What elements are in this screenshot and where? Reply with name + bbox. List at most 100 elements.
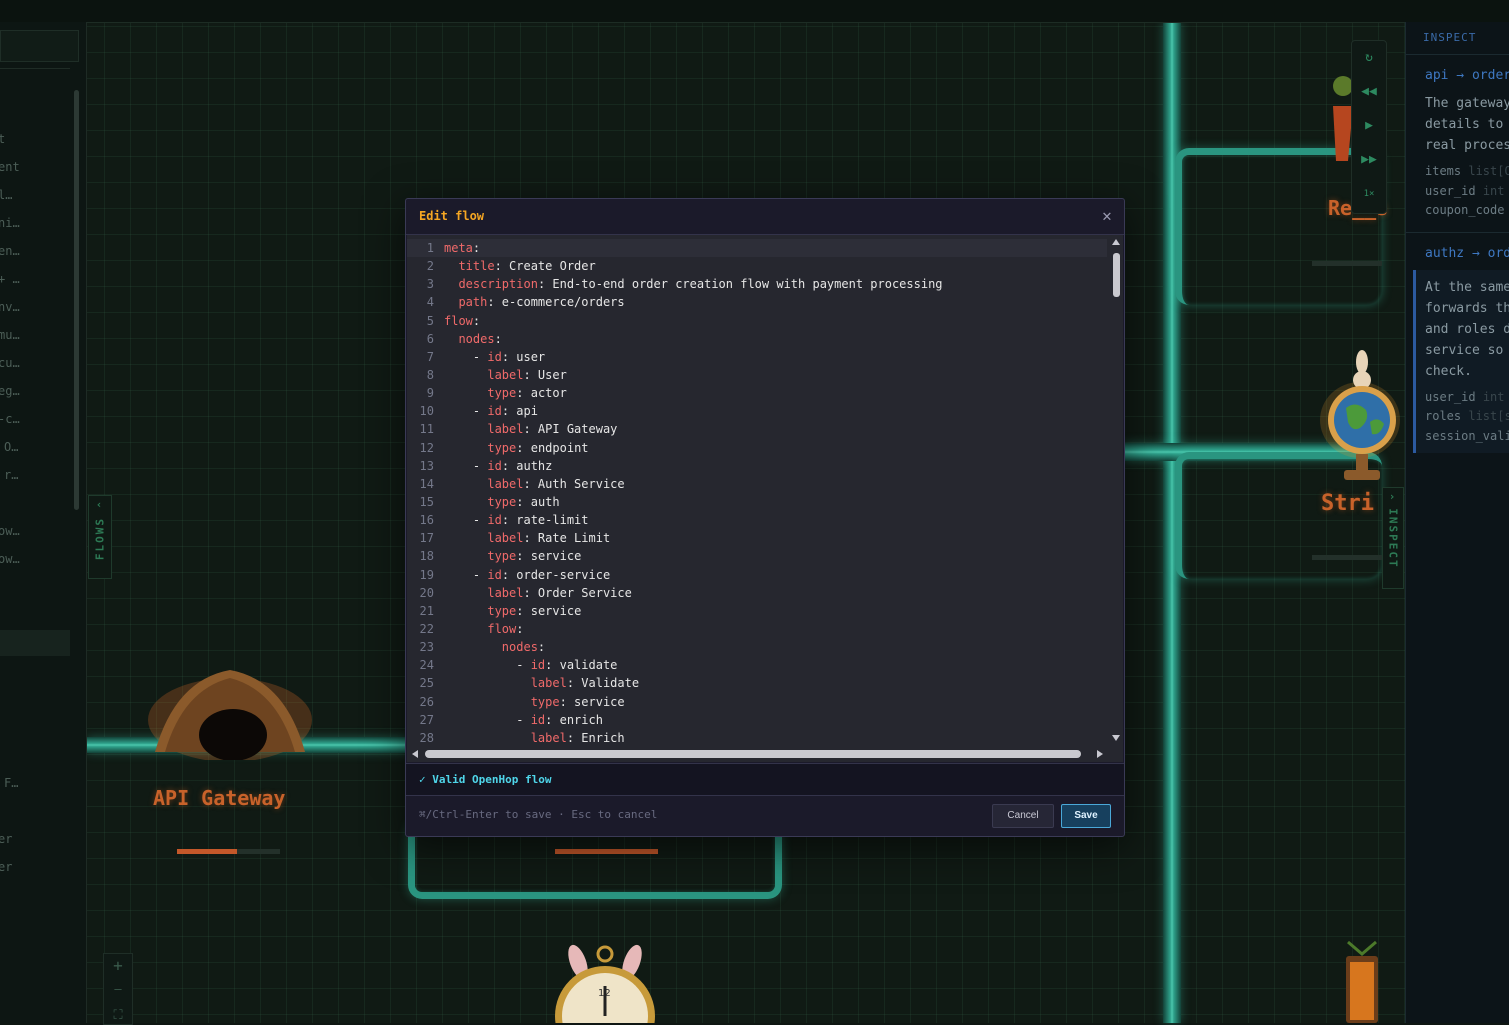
zoom-in-button[interactable]: + [104,956,132,975]
field-row: coupon_code [1425,203,1505,217]
yaml-text: : [537,640,546,655]
code-line[interactable]: 2 title: Create Order [407,257,1107,275]
code-line[interactable]: 9 type: actor [407,384,1107,402]
yaml-text [444,586,487,600]
close-icon[interactable]: ✕ [1096,205,1118,227]
sidebar-item[interactable]: t [0,132,66,146]
yaml-text: : api [501,404,538,419]
code-line[interactable]: 23 nodes: [407,638,1107,656]
scroll-right-icon[interactable] [1097,750,1103,758]
code-line[interactable]: 11 label: API Gateway [407,420,1107,438]
sidebar-item[interactable]: F… [4,776,72,790]
line-number: 10 [419,404,434,419]
line-number: 20 [419,585,434,600]
sidebar-scrollbar[interactable] [73,82,80,522]
zoom-out-button[interactable]: — [104,982,132,996]
sidebar-item[interactable]: en… [0,244,66,258]
code-line[interactable]: 3 description: End-to-end order creation… [407,275,1107,293]
code-line[interactable]: 8 label: User [407,366,1107,384]
edge-title[interactable]: authz → ord [1425,246,1509,261]
sidebar-item[interactable]: ni… [0,216,66,230]
fast-forward-icon[interactable]: ▶▶ [1352,145,1386,175]
code-line[interactable]: 1 meta: [407,239,1107,258]
yaml-text [444,422,487,436]
scroll-thumb[interactable] [425,750,1081,758]
line-number: 2 [426,259,434,274]
edit-flow-modal: Edit flow ✕ 1 meta: 2 title: Create Order 3… [405,198,1125,837]
code-line[interactable]: 20 label: Order Service [407,584,1107,602]
flows-tab[interactable]: ‹ FLOWS [88,495,112,579]
sidebar-item[interactable]: O… [4,440,72,454]
code-line[interactable]: 6 nodes: [407,330,1107,348]
sidebar-item[interactable]: -c… [0,412,66,426]
sidebar-item[interactable]: ent [0,160,66,174]
sidebar-item[interactable]: cu… [0,356,66,370]
code-line[interactable]: 14 label: Auth Service [407,475,1107,493]
code-line[interactable]: 18 type: service [407,547,1107,565]
sidebar-item[interactable]: er [0,860,66,874]
code-line[interactable]: 10 - id: api [407,402,1107,420]
sidebar-item[interactable]: ow… [0,524,66,538]
line-number: 25 [419,676,434,691]
inspect-tab[interactable]: › INSPECT [1382,487,1404,589]
yaml-text: : rate-limit [501,513,589,528]
line-number: 6 [426,331,434,346]
line-number: 15 [419,494,434,509]
sidebar-search[interactable] [0,30,79,62]
code-line[interactable]: 15 type: auth [407,493,1107,511]
code-line[interactable]: 27 - id: enrich [407,711,1107,729]
code-line[interactable]: 4 path: e-commerce/orders [407,293,1107,311]
line-number: 9 [426,386,434,401]
speed-button[interactable]: 1× [1352,179,1386,209]
rewind-icon[interactable]: ◀◀ [1352,77,1386,107]
globe-icon[interactable] [1318,350,1402,485]
sidebar-item[interactable]: r… [4,468,72,482]
sidebar-item[interactable]: l… [0,188,66,202]
field-row: items list[O [1425,164,1509,178]
code-line[interactable]: 22 flow: [407,620,1107,638]
code-line[interactable]: 7 - id: user [407,348,1107,366]
code-line[interactable]: 16 - id: rate-limit [407,511,1107,529]
editor-vertical-scrollbar[interactable] [1110,235,1123,745]
code-line[interactable]: 25 label: Validate [407,674,1107,692]
edge-title[interactable]: api → order [1425,68,1509,83]
code-line[interactable]: 5 flow: [407,312,1107,330]
code-line[interactable]: 19 - id: order-service [407,566,1107,584]
code-line[interactable]: 21 type: service [407,602,1107,620]
fit-view-button[interactable]: ⛶ [104,1008,132,1023]
yaml-text [444,531,487,545]
code-line[interactable]: 28 label: Enrich [407,729,1107,747]
cancel-button[interactable]: Cancel [992,804,1054,828]
edge-description: At the same forwards th and roles d serv… [1425,280,1509,379]
code-lines[interactable]: 1 meta: 2 title: Create Order 3 description… [407,239,1107,747]
sidebar-item[interactable]: + … [0,272,66,286]
sidebar-item[interactable]: mu… [0,328,66,342]
scroll-down-icon[interactable] [1112,735,1120,741]
cave-icon[interactable] [135,660,320,760]
scroll-thumb[interactable] [1113,253,1120,297]
code-line[interactable]: 13 - id: authz [407,457,1107,475]
line-number: 8 [426,367,434,382]
code-editor[interactable]: 1 meta: 2 title: Create Order 3 description… [407,235,1123,762]
sidebar-item[interactable]: ow… [0,552,66,566]
code-line[interactable]: 12 type: endpoint [407,439,1107,457]
play-icon[interactable]: ▶ [1352,111,1386,141]
sidebar-item[interactable]: eg… [0,384,66,398]
code-line[interactable]: 24 - id: validate [407,656,1107,674]
refresh-icon[interactable]: ↻ [1352,43,1386,73]
yaml-text [444,332,458,346]
yaml-text: : API Gateway [523,422,618,437]
sidebar-item[interactable]: er [0,832,66,846]
code-line[interactable]: 26 type: service [407,693,1107,711]
carrot-jar-icon[interactable] [1340,940,1384,1023]
pocket-watch-icon[interactable]: 12 [550,940,660,1023]
editor-horizontal-scrollbar[interactable] [407,747,1110,761]
sidebar-item[interactable]: nv… [0,300,66,314]
yaml-key: label [530,730,567,745]
scroll-up-icon[interactable] [1112,239,1120,245]
scroll-left-icon[interactable] [412,750,418,758]
yaml-text [444,495,487,509]
yaml-key: flow [444,313,473,328]
save-button[interactable]: Save [1061,804,1111,828]
code-line[interactable]: 17 label: Rate Limit [407,529,1107,547]
